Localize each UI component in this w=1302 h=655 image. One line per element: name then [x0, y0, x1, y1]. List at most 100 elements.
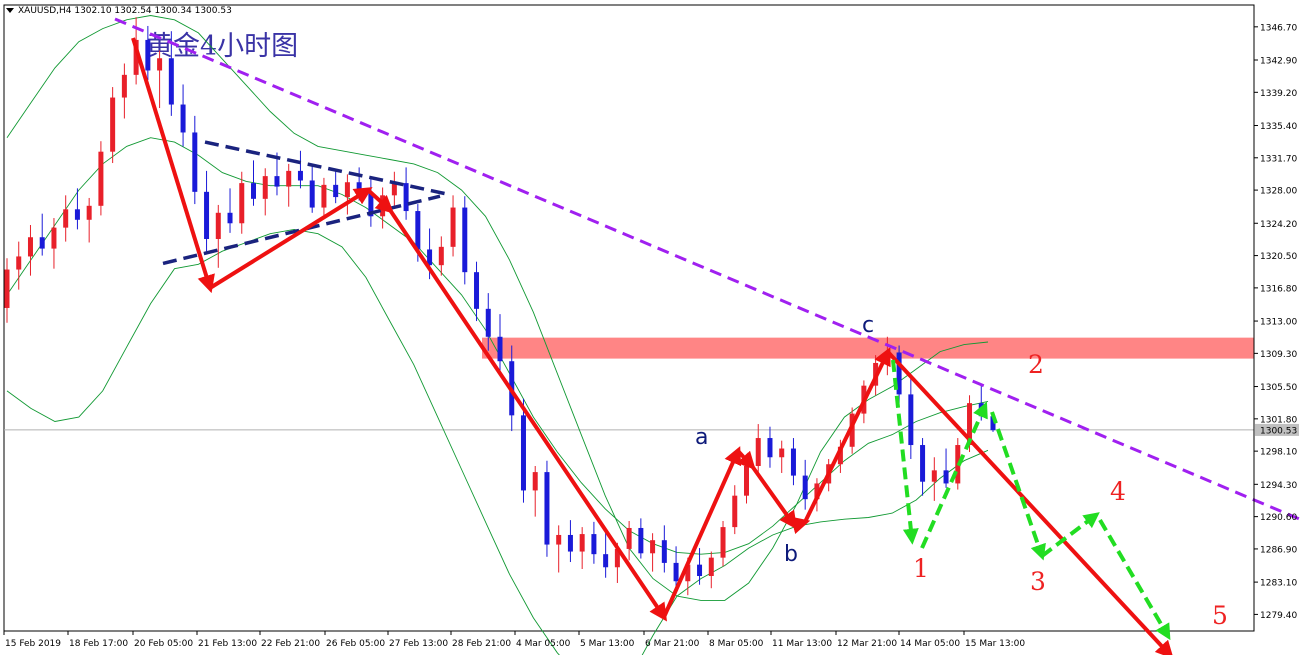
candle-body [767, 438, 773, 458]
time-tick-label: 15 Feb 2019 [5, 639, 61, 649]
price-tick-label: 1339.20 [1260, 89, 1297, 99]
candle-body [920, 445, 926, 482]
resistance-zone [482, 337, 1254, 359]
candle-body [215, 212, 221, 239]
candle-body [485, 308, 491, 337]
candle-body [403, 183, 409, 212]
candle-body [4, 269, 10, 308]
price-chart[interactable]: a b c 1 2 3 4 5 1346.70 1342.90 1339.20 1335.40 1331… [0, 0, 1302, 655]
time-tick-label: 8 Mar 05:00 [709, 639, 764, 649]
candle-body [204, 191, 210, 239]
wave-label-1: 1 [913, 554, 929, 583]
candle-body [157, 58, 163, 71]
candle-body [239, 183, 245, 224]
price-tick-label: 1346.70 [1260, 23, 1297, 33]
time-tick-label: 21 Feb 13:00 [198, 639, 257, 649]
price-tick-label: 1342.90 [1260, 57, 1297, 67]
candle-body [286, 170, 292, 187]
candle-body [251, 183, 256, 199]
wave-arrow [388, 208, 668, 622]
candle-body [168, 58, 174, 105]
candle-body [309, 180, 315, 208]
candle-body [121, 74, 127, 98]
forecast-arrow [990, 411, 1046, 561]
price-tick-label: 1305.50 [1260, 383, 1297, 393]
candle-body [110, 97, 116, 152]
candle-body [732, 495, 738, 528]
time-tick-label: 26 Feb 05:00 [326, 639, 385, 649]
candle-body [497, 336, 503, 362]
candle-body [744, 465, 749, 496]
time-tick-label: 27 Feb 13:00 [389, 639, 448, 649]
candle-body [344, 182, 350, 198]
candle-body [438, 246, 444, 266]
candle-body [356, 182, 362, 194]
candle-body [661, 540, 667, 563]
candle-body [39, 237, 45, 249]
wave-arrow [886, 350, 1174, 655]
time-tick-label: 20 Feb 05:00 [134, 639, 193, 649]
candle-body [591, 534, 597, 555]
price-tick-label: 1313.00 [1260, 318, 1297, 328]
wave-label-4: 4 [1110, 477, 1126, 506]
candle-body [532, 472, 538, 491]
candle-body [74, 209, 80, 220]
candle-body [262, 176, 268, 199]
chart-area: XAUUSD,H4 1302.10 1302.54 1300.34 1300.5… [0, 0, 1302, 655]
time-tick-label: 6 Mar 21:00 [645, 639, 700, 649]
time-tick-label: 15 Mar 13:00 [965, 639, 1025, 649]
candle-body [16, 256, 22, 270]
candle-body [274, 176, 280, 187]
time-tick-label: 12 Mar 21:00 [837, 639, 897, 649]
candle-body [638, 527, 644, 554]
candle-body [98, 151, 104, 206]
price-tick-label: 1316.80 [1260, 284, 1297, 294]
candle-body [63, 209, 69, 228]
forecast-arrow [891, 359, 919, 545]
candle-body [779, 448, 785, 458]
wave-arrow [803, 347, 891, 523]
candle-body [755, 438, 761, 466]
price-tick-label: 1309.30 [1260, 350, 1297, 360]
candle-body [192, 132, 198, 192]
wave-label-c: c [862, 313, 874, 338]
candle-body [227, 212, 233, 224]
candle-body [180, 104, 186, 133]
price-tick-label: 1298.10 [1260, 448, 1297, 458]
wave-label-a: a [695, 425, 708, 450]
candle-body [556, 534, 562, 545]
time-tick-label: 4 Mar 05:00 [516, 639, 571, 649]
time-tick-label: 22 Feb 21:00 [261, 639, 320, 649]
candle-body [297, 170, 303, 181]
candle-body [579, 534, 585, 552]
price-tick-label: 1301.80 [1260, 415, 1297, 425]
price-tick-label: 1290.60 [1260, 513, 1297, 523]
wave-label-2: 2 [1028, 350, 1044, 379]
price-tick-label: 1294.30 [1260, 481, 1297, 491]
time-tick-label: 28 Feb 21:00 [452, 639, 511, 649]
price-tick-label: 1320.50 [1260, 252, 1297, 262]
candle-body [450, 207, 456, 247]
time-tick-label: 5 Mar 13:00 [580, 639, 635, 649]
candle-body [908, 394, 914, 446]
price-tick-label: 1324.20 [1260, 220, 1297, 230]
time-tick-label: 18 Feb 17:00 [69, 639, 128, 649]
wave-arrow [736, 449, 756, 470]
price-tick-label: 1328.00 [1260, 187, 1297, 197]
candle-body [720, 527, 726, 558]
candle-body [567, 534, 573, 552]
wave-arrow [662, 446, 742, 618]
price-tick-label: 1335.40 [1260, 122, 1297, 132]
time-tick-label: 11 Mar 13:00 [772, 639, 832, 649]
candle-body [145, 39, 151, 71]
candle-body [27, 237, 33, 257]
candle-body [544, 472, 550, 545]
price-tick-label: 1283.10 [1260, 579, 1297, 589]
candle-body [802, 475, 808, 500]
price-tick-label: 1286.90 [1260, 545, 1297, 555]
candle-body [626, 527, 632, 549]
candle-body [415, 211, 421, 250]
current-price-label: 1300.53 [1260, 426, 1297, 436]
candle-body [790, 448, 796, 476]
candle-body [321, 184, 327, 208]
